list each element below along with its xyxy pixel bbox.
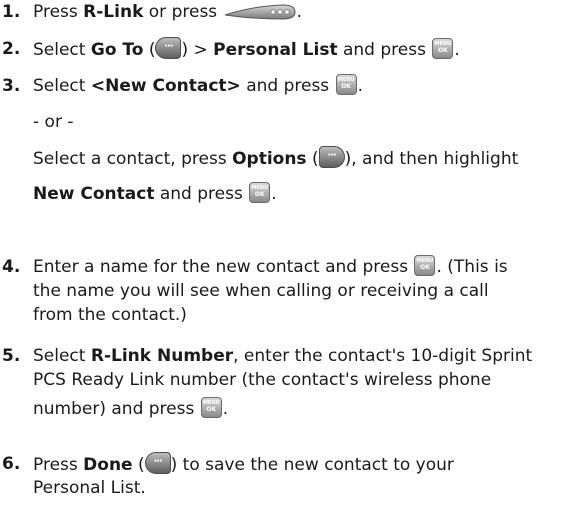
instruction-list: 1. Press R-Link or press . 2. Select Go … — [2, 2, 533, 498]
menu-ok-key-icon: MENU OK — [414, 255, 436, 276]
step-number: 5. — [2, 346, 21, 366]
menu-ok-key-icon: MENU OK — [335, 74, 357, 95]
step-number: 2. — [2, 39, 21, 59]
menu-ok-key-icon: MENU OK — [432, 38, 454, 59]
left-soft-key-icon: ··· — [155, 37, 182, 59]
menu-ok-key-icon: MENU OK — [249, 182, 271, 203]
left-soft-key-icon: ··· — [144, 452, 171, 474]
step-number: 1. — [2, 2, 21, 22]
right-soft-key-icon: ··· — [318, 146, 345, 168]
step-number: 4. — [2, 257, 21, 277]
step-number: 3. — [2, 76, 21, 96]
rlink-key-icon — [223, 2, 297, 29]
menu-ok-key-icon: MENU OK — [200, 397, 222, 418]
step-number: 6. — [2, 454, 21, 474]
